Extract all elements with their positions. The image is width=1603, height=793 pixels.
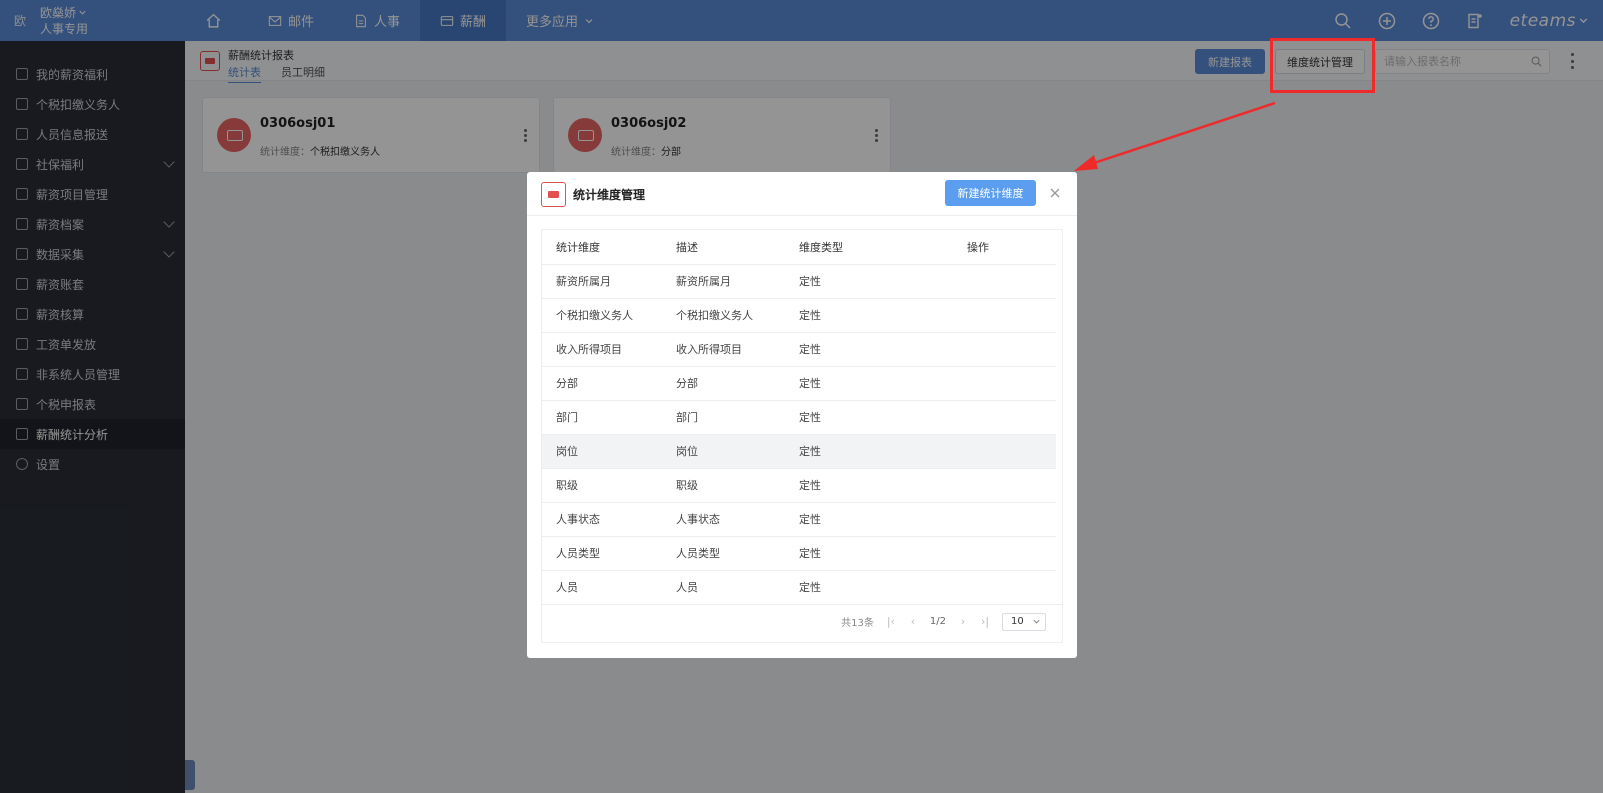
column-header: 统计维度 <box>556 240 600 254</box>
dialog-header: 统计维度管理 新建统计维度 <box>527 172 1077 216</box>
dimension-manage-dialog: 统计维度管理 新建统计维度 统计维度 描述 维度类型 操作 薪资所属月 薪资所属月… <box>527 172 1077 658</box>
type-cell: 定性 <box>785 569 953 604</box>
table-header-row: 统计维度 描述 维度类型 操作 <box>542 230 1056 264</box>
desc-cell: 人员类型 <box>662 535 785 570</box>
action-cell <box>953 501 1056 536</box>
desc-cell: 薪资所属月 <box>662 263 785 298</box>
page-indicator: 1/2 <box>929 616 946 627</box>
action-cell <box>953 263 1056 298</box>
desc-cell: 职级 <box>662 467 785 502</box>
type-cell: 定性 <box>785 331 953 366</box>
desc-cell: 岗位 <box>662 433 785 468</box>
pagination: 共13条 |‹ ‹ 1/2 › ›| 10 <box>542 604 1062 638</box>
table-row[interactable]: 人员 人员 定性 <box>542 569 1056 604</box>
dimension-cell: 分部 <box>542 365 662 400</box>
desc-cell: 部门 <box>662 399 785 434</box>
type-cell: 定性 <box>785 433 953 468</box>
action-cell <box>953 569 1056 604</box>
table-row[interactable]: 职级 职级 定性 <box>542 467 1056 502</box>
annotation-highlight-box <box>1270 38 1375 93</box>
dimension-table: 统计维度 描述 维度类型 操作 薪资所属月 薪资所属月 定性 个税扣缴义务人 个税扣缴… <box>541 229 1063 643</box>
type-cell: 定性 <box>785 365 953 400</box>
action-cell <box>953 399 1056 434</box>
action-cell <box>953 467 1056 502</box>
total-count: 共13条 <box>841 618 874 629</box>
next-page-icon[interactable]: › <box>958 615 968 628</box>
action-cell <box>953 365 1056 400</box>
page-size-value: 10 <box>1011 616 1024 627</box>
table-row[interactable]: 分部 分部 定性 <box>542 365 1056 400</box>
type-cell: 定性 <box>785 535 953 570</box>
close-icon[interactable] <box>1048 186 1062 200</box>
dimension-cell: 人事状态 <box>542 501 662 536</box>
column-header: 操作 <box>967 240 989 254</box>
action-cell <box>953 331 1056 366</box>
report-icon <box>541 182 566 207</box>
annotation-arrow <box>1074 101 1276 171</box>
type-cell: 定性 <box>785 263 953 298</box>
type-cell: 定性 <box>785 297 953 332</box>
desc-cell: 人员 <box>662 569 785 604</box>
desc-cell: 个税扣缴义务人 <box>662 297 785 332</box>
action-cell <box>953 433 1056 468</box>
page-size-select[interactable]: 10 <box>1002 612 1046 631</box>
table-row[interactable]: 人员类型 人员类型 定性 <box>542 535 1056 570</box>
column-header: 描述 <box>676 240 698 254</box>
dimension-cell: 个税扣缴义务人 <box>542 297 662 332</box>
desc-cell: 收入所得项目 <box>662 331 785 366</box>
table-row[interactable]: 薪资所属月 薪资所属月 定性 <box>542 263 1056 298</box>
chevron-down-icon <box>1033 619 1040 624</box>
dialog-title: 统计维度管理 <box>573 188 646 202</box>
new-dimension-button[interactable]: 新建统计维度 <box>945 180 1036 206</box>
dimension-cell: 薪资所属月 <box>542 263 662 298</box>
type-cell: 定性 <box>785 467 953 502</box>
table-row[interactable]: 部门 部门 定性 <box>542 399 1056 434</box>
dimension-cell: 收入所得项目 <box>542 331 662 366</box>
desc-cell: 分部 <box>662 365 785 400</box>
dimension-cell: 职级 <box>542 467 662 502</box>
table-row[interactable]: 岗位 岗位 定性 <box>542 433 1056 468</box>
last-page-icon[interactable]: ›| <box>980 615 990 628</box>
table-row[interactable]: 收入所得项目 收入所得项目 定性 <box>542 331 1056 366</box>
action-cell <box>953 535 1056 570</box>
action-cell <box>953 297 1056 332</box>
dimension-cell: 岗位 <box>542 433 662 468</box>
table-row[interactable]: 个税扣缴义务人 个税扣缴义务人 定性 <box>542 297 1056 332</box>
type-cell: 定性 <box>785 399 953 434</box>
table-row[interactable]: 人事状态 人事状态 定性 <box>542 501 1056 536</box>
dimension-cell: 人员类型 <box>542 535 662 570</box>
type-cell: 定性 <box>785 501 953 536</box>
first-page-icon[interactable]: |‹ <box>886 615 896 628</box>
desc-cell: 人事状态 <box>662 501 785 536</box>
dimension-cell: 人员 <box>542 569 662 604</box>
column-header: 维度类型 <box>799 240 843 254</box>
dimension-cell: 部门 <box>542 399 662 434</box>
prev-page-icon[interactable]: ‹ <box>908 615 918 628</box>
